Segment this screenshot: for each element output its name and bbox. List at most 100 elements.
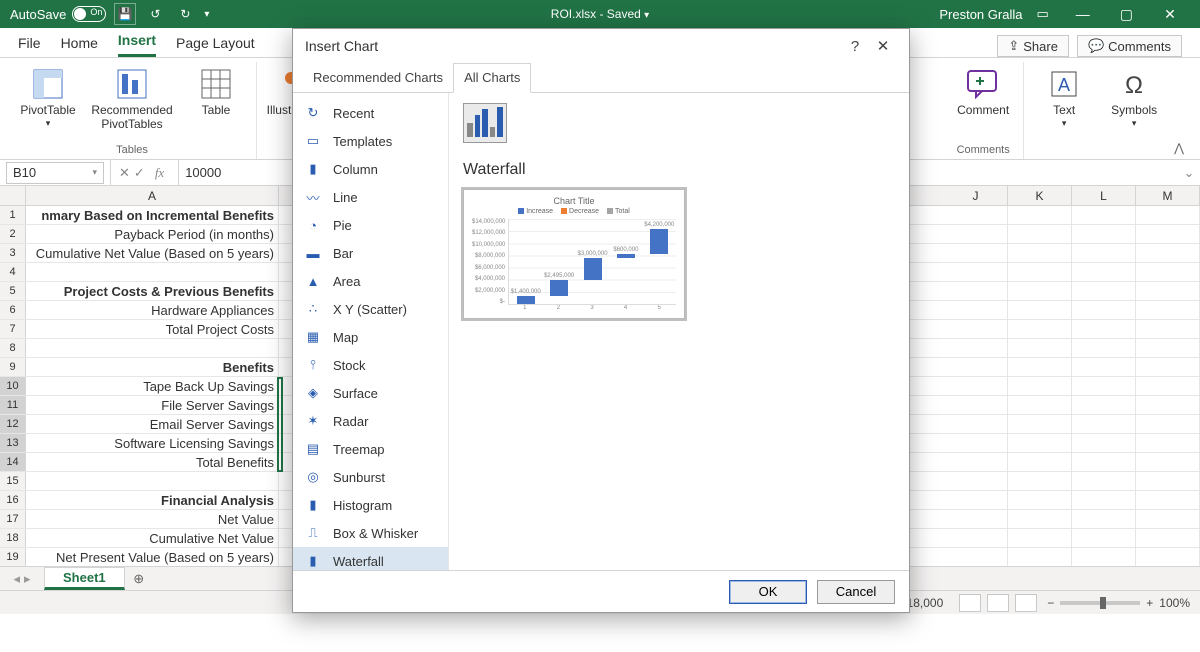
ribbon-display-icon[interactable]: ▭ bbox=[1036, 6, 1048, 22]
fx-icon[interactable]: fx bbox=[149, 165, 170, 181]
cell[interactable]: Payback Period (in months) bbox=[26, 225, 279, 243]
chart-type-surface[interactable]: ◈Surface bbox=[293, 379, 448, 407]
cancel-formula-icon[interactable]: ✕ bbox=[119, 165, 130, 181]
sheet-nav[interactable]: ◂▸ bbox=[0, 567, 44, 590]
row-header[interactable]: 13 bbox=[0, 434, 26, 452]
chart-type-sunburst[interactable]: ◎Sunburst bbox=[293, 463, 448, 491]
row-header[interactable]: 4 bbox=[0, 263, 26, 281]
col-header-A[interactable]: A bbox=[26, 186, 279, 205]
cell[interactable]: Total Benefits bbox=[26, 453, 279, 471]
row-header[interactable]: 5 bbox=[0, 282, 26, 300]
cell[interactable]: Total Project Costs bbox=[26, 320, 279, 338]
cell[interactable]: Cumulative Net Value (Based on 5 years) bbox=[26, 244, 279, 262]
redo-icon[interactable]: ↻ bbox=[174, 3, 196, 25]
expand-formula-icon[interactable]: ⌄ bbox=[1178, 165, 1200, 181]
pivottable-button[interactable]: PivotTable▾ bbox=[16, 62, 80, 140]
cell[interactable]: Net Present Value (Based on 5 years) bbox=[26, 548, 279, 566]
share-button[interactable]: ⇪Share bbox=[997, 35, 1069, 57]
cancel-button[interactable]: Cancel bbox=[817, 580, 895, 604]
cell[interactable] bbox=[26, 339, 279, 357]
row-header[interactable]: 3 bbox=[0, 244, 26, 262]
chart-type-radar[interactable]: ✶Radar bbox=[293, 407, 448, 435]
add-sheet-button[interactable]: ⊕ bbox=[125, 567, 153, 590]
chart-type-templates[interactable]: ▭Templates bbox=[293, 127, 448, 155]
row-header[interactable]: 7 bbox=[0, 320, 26, 338]
qat-dropdown-icon[interactable]: ▾ bbox=[204, 9, 209, 20]
row-header[interactable]: 12 bbox=[0, 415, 26, 433]
row-header[interactable]: 19 bbox=[0, 548, 26, 566]
chart-subtype-waterfall[interactable] bbox=[463, 103, 507, 143]
cell[interactable]: Email Server Savings bbox=[26, 415, 279, 433]
tab-all-charts[interactable]: All Charts bbox=[453, 63, 531, 93]
tab-insert[interactable]: Insert bbox=[118, 26, 156, 57]
tab-file[interactable]: File bbox=[18, 29, 41, 57]
tab-home[interactable]: Home bbox=[61, 29, 98, 57]
col-header-K[interactable]: K bbox=[1008, 186, 1072, 205]
tab-recommended-charts[interactable]: Recommended Charts bbox=[303, 64, 453, 92]
row-header[interactable]: 14 bbox=[0, 453, 26, 471]
row-header[interactable]: 15 bbox=[0, 472, 26, 490]
row-header[interactable]: 9 bbox=[0, 358, 26, 376]
zoom-level[interactable]: 100% bbox=[1159, 596, 1190, 610]
chart-type-x-y-scatter-[interactable]: ∴X Y (Scatter) bbox=[293, 295, 448, 323]
undo-icon[interactable]: ↺ bbox=[144, 3, 166, 25]
close-window-icon[interactable]: ✕ bbox=[1150, 0, 1190, 28]
chart-type-pie[interactable]: ◔Pie bbox=[293, 211, 448, 239]
cell[interactable]: Financial Analysis bbox=[26, 491, 279, 509]
autosave-toggle[interactable]: AutoSave On bbox=[10, 6, 106, 22]
cell[interactable]: Net Value bbox=[26, 510, 279, 528]
row-header[interactable]: 17 bbox=[0, 510, 26, 528]
cell[interactable] bbox=[26, 263, 279, 281]
row-header[interactable]: 2 bbox=[0, 225, 26, 243]
row-header[interactable]: 10 bbox=[0, 377, 26, 395]
minimize-icon[interactable]: — bbox=[1063, 0, 1103, 28]
table-button[interactable]: Table bbox=[184, 62, 248, 140]
zoom-out-icon[interactable]: − bbox=[1047, 596, 1054, 610]
chart-type-area[interactable]: ▲Area bbox=[293, 267, 448, 295]
maximize-icon[interactable]: ▢ bbox=[1106, 0, 1146, 28]
collapse-ribbon-icon[interactable]: ⋀ bbox=[1174, 141, 1184, 155]
cell[interactable]: Project Costs & Previous Benefits bbox=[26, 282, 279, 300]
save-icon[interactable]: 💾 bbox=[114, 3, 136, 25]
text-button[interactable]: AText▾ bbox=[1032, 62, 1096, 140]
tab-page-layout[interactable]: Page Layout bbox=[176, 29, 255, 57]
col-header-J[interactable]: J bbox=[944, 186, 1008, 205]
chart-type-box-whisker[interactable]: ⎍Box & Whisker bbox=[293, 519, 448, 547]
cell[interactable]: Cumulative Net Value bbox=[26, 529, 279, 547]
col-header-M[interactable]: M bbox=[1136, 186, 1200, 205]
name-box[interactable]: B10▾ bbox=[6, 162, 104, 184]
ok-button[interactable]: OK bbox=[729, 580, 807, 604]
sheet-tab-sheet1[interactable]: Sheet1 bbox=[44, 567, 125, 590]
symbols-button[interactable]: ΩSymbols▾ bbox=[1102, 62, 1166, 140]
cell[interactable]: File Server Savings bbox=[26, 396, 279, 414]
cell[interactable]: Software Licensing Savings bbox=[26, 434, 279, 452]
chart-type-waterfall[interactable]: ▮Waterfall bbox=[293, 547, 448, 570]
cell[interactable]: Tape Back Up Savings bbox=[26, 377, 279, 395]
comment-button[interactable]: Comment bbox=[951, 62, 1015, 140]
col-header-L[interactable]: L bbox=[1072, 186, 1136, 205]
view-page-break-icon[interactable] bbox=[1015, 594, 1037, 612]
row-header[interactable]: 6 bbox=[0, 301, 26, 319]
chart-type-treemap[interactable]: ▤Treemap bbox=[293, 435, 448, 463]
zoom-slider[interactable] bbox=[1060, 601, 1140, 605]
cell[interactable]: Benefits bbox=[26, 358, 279, 376]
chart-type-line[interactable]: 〰Line bbox=[293, 183, 448, 211]
chart-type-bar[interactable]: ▬Bar bbox=[293, 239, 448, 267]
chart-type-column[interactable]: ▮Column bbox=[293, 155, 448, 183]
row-header[interactable]: 8 bbox=[0, 339, 26, 357]
chart-type-stock[interactable]: ⫯Stock bbox=[293, 351, 448, 379]
comments-button[interactable]: 💬Comments bbox=[1077, 35, 1182, 57]
view-normal-icon[interactable] bbox=[959, 594, 981, 612]
row-header[interactable]: 16 bbox=[0, 491, 26, 509]
chart-type-recent[interactable]: ↻Recent bbox=[293, 99, 448, 127]
user-name[interactable]: Preston Gralla bbox=[939, 7, 1022, 22]
recommended-pivottables-button[interactable]: Recommended PivotTables bbox=[86, 62, 178, 140]
enter-formula-icon[interactable]: ✓ bbox=[134, 165, 145, 181]
dialog-help-icon[interactable]: ? bbox=[841, 38, 869, 55]
chart-type-histogram[interactable]: ▮Histogram bbox=[293, 491, 448, 519]
cell[interactable]: Hardware Appliances bbox=[26, 301, 279, 319]
view-page-layout-icon[interactable] bbox=[987, 594, 1009, 612]
cell[interactable]: nmary Based on Incremental Benefits bbox=[26, 206, 279, 224]
row-header[interactable]: 18 bbox=[0, 529, 26, 547]
zoom-in-icon[interactable]: + bbox=[1146, 596, 1153, 610]
